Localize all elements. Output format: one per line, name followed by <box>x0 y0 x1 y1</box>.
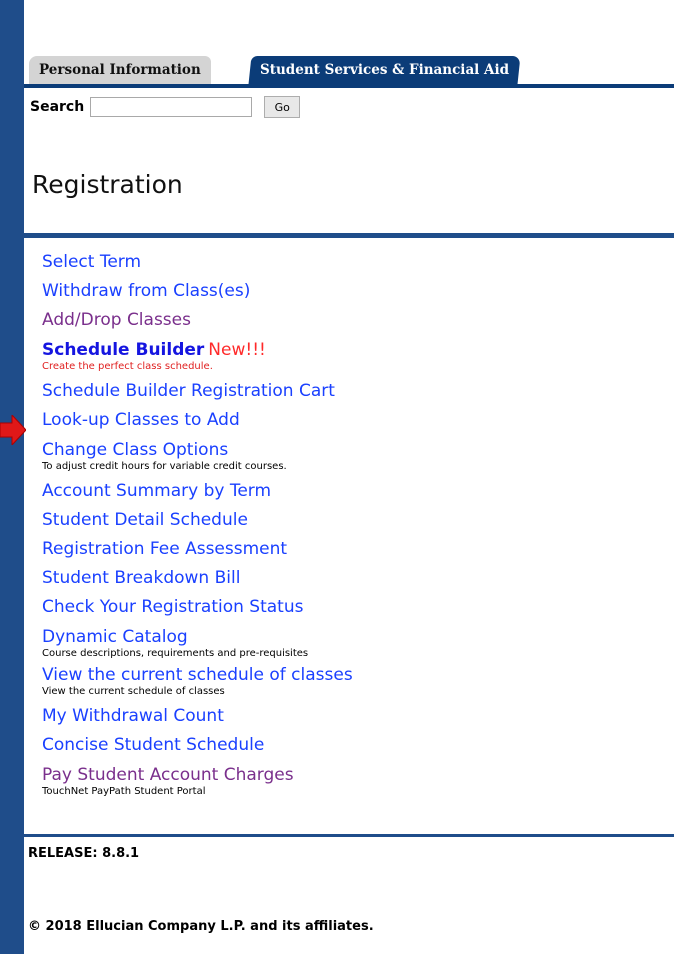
title-divider <box>24 233 674 238</box>
tab-rule <box>24 84 674 88</box>
change-class-options-link[interactable]: Change Class Options <box>42 439 662 461</box>
menu-item-withdrawal-count: My Withdrawal Count <box>42 702 662 731</box>
menu-item-schedule-builder-cart: Schedule Builder Registration Cart <box>42 377 662 406</box>
page-title: Registration <box>32 170 183 199</box>
tab-student-services[interactable]: Student Services & Financial Aid <box>248 56 521 84</box>
menu-item-pay-charges: Pay Student Account Charges TouchNet Pay… <box>42 764 662 798</box>
menu-item-lookup-classes: Look-up Classes to Add <box>42 406 662 435</box>
dynamic-catalog-description: Course descriptions, requirements and pr… <box>42 648 309 659</box>
pay-charges-description: TouchNet PayPath Student Portal <box>42 786 206 797</box>
search-label: Search <box>30 99 85 115</box>
pay-charges-link[interactable]: Pay Student Account Charges <box>42 764 662 786</box>
menu-item-registration-status: Check Your Registration Status <box>42 593 662 622</box>
concise-schedule-link[interactable]: Concise Student Schedule <box>42 731 662 760</box>
schedule-builder-label: Schedule Builder <box>42 340 205 360</box>
menu-item-withdraw: Withdraw from Class(es) <box>42 277 662 306</box>
copyright-text: © 2018 Ellucian Company L.P. and its aff… <box>28 919 374 934</box>
menu-item-schedule-builder: Schedule Builder New!!! Create the perfec… <box>42 339 662 373</box>
dynamic-catalog-link[interactable]: Dynamic Catalog <box>42 626 662 648</box>
schedule-builder-description: Create the perfect class schedule. <box>42 361 213 372</box>
withdraw-link[interactable]: Withdraw from Class(es) <box>42 277 662 306</box>
menu-item-add-drop: Add/Drop Classes <box>42 306 662 335</box>
breakdown-bill-link[interactable]: Student Breakdown Bill <box>42 564 662 593</box>
menu-item-select-term: Select Term <box>42 248 662 277</box>
select-term-link[interactable]: Select Term <box>42 248 662 277</box>
release-label: RELEASE: 8.8.1 <box>28 846 140 861</box>
menu-item-concise-schedule: Concise Student Schedule <box>42 731 662 760</box>
menu-item-account-summary: Account Summary by Term <box>42 477 662 506</box>
schedule-builder-link[interactable]: Schedule Builder New!!! <box>42 339 662 361</box>
account-summary-link[interactable]: Account Summary by Term <box>42 477 662 506</box>
registration-status-link[interactable]: Check Your Registration Status <box>42 593 662 622</box>
search-input[interactable] <box>90 97 253 117</box>
search-bar: Search Go <box>30 94 301 120</box>
menu-item-change-class-options: Change Class Options To adjust credit ho… <box>42 439 662 473</box>
student-detail-schedule-link[interactable]: Student Detail Schedule <box>42 506 662 535</box>
menu-item-student-detail-schedule: Student Detail Schedule <box>42 506 662 535</box>
schedule-builder-cart-link[interactable]: Schedule Builder Registration Cart <box>42 377 662 406</box>
page-content: Personal Information Student Services & … <box>24 0 674 954</box>
current-schedule-description: View the current schedule of classes <box>42 686 225 697</box>
registration-fee-link[interactable]: Registration Fee Assessment <box>42 535 662 564</box>
go-button[interactable]: Go <box>264 96 301 118</box>
current-schedule-link[interactable]: View the current schedule of classes <box>42 664 662 686</box>
lookup-classes-link[interactable]: Look-up Classes to Add <box>42 406 662 435</box>
new-badge: New!!! <box>208 340 266 360</box>
registration-menu: Select Term Withdraw from Class(es) Add/… <box>42 248 662 802</box>
add-drop-link[interactable]: Add/Drop Classes <box>42 306 662 335</box>
tab-personal-information[interactable]: Personal Information <box>29 56 211 84</box>
change-class-options-description: To adjust credit hours for variable cred… <box>42 461 287 472</box>
menu-item-breakdown-bill: Student Breakdown Bill <box>42 564 662 593</box>
red-arrow-icon <box>0 415 26 445</box>
menu-item-registration-fee: Registration Fee Assessment <box>42 535 662 564</box>
menu-item-current-schedule: View the current schedule of classes Vie… <box>42 664 662 698</box>
menu-item-dynamic-catalog: Dynamic Catalog Course descriptions, req… <box>42 626 662 660</box>
tab-student-services-label: Student Services & Financial Aid <box>260 62 510 78</box>
footer-divider <box>24 834 674 837</box>
withdrawal-count-link[interactable]: My Withdrawal Count <box>42 702 662 731</box>
